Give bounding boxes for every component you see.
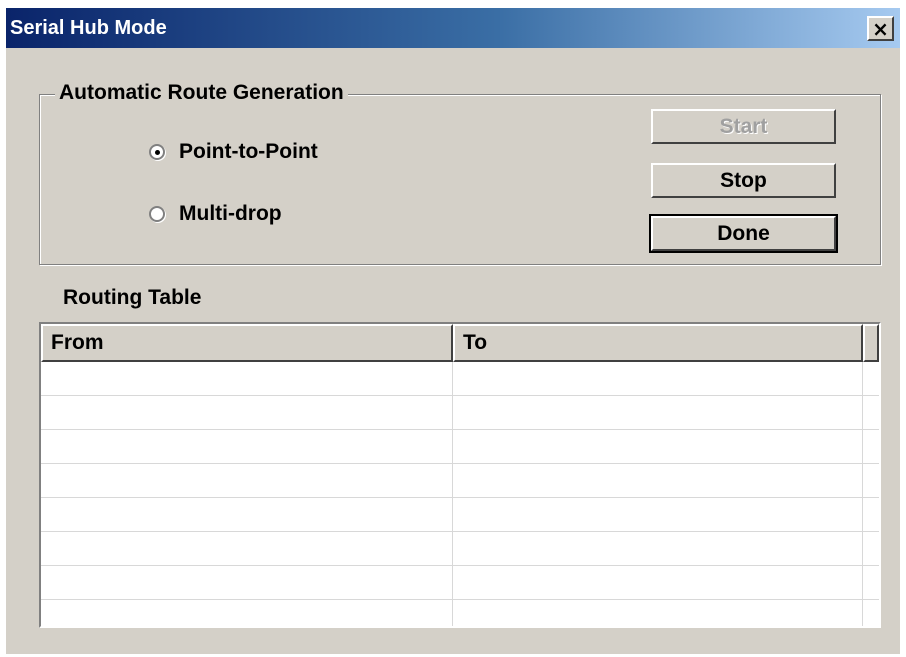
table-cell-to [453,566,863,599]
title-bar[interactable]: Serial Hub Mode × [6,8,900,48]
table-cell-from [41,430,453,463]
window-title: Serial Hub Mode [10,17,167,39]
point-to-point-option[interactable]: Point-to-Point [149,140,318,164]
table-header: From To [41,324,879,362]
point-to-point-radio[interactable] [149,144,165,160]
multi-drop-option[interactable]: Multi-drop [149,202,282,226]
table-cell-to [453,498,863,531]
table-cell-from [41,532,453,565]
column-header-to[interactable]: To [453,324,863,362]
table-cell-from [41,464,453,497]
table-cell-from [41,396,453,429]
table-cell-to [453,396,863,429]
table-row[interactable] [41,498,879,532]
table-cell-from [41,362,453,395]
table-cell-from [41,566,453,599]
routing-table[interactable]: From To [39,322,881,628]
table-cell-from [41,600,453,626]
serial-hub-mode-dialog: Serial Hub Mode × Automatic Route Genera… [6,8,900,654]
table-row[interactable] [41,362,879,396]
close-button[interactable]: × [867,16,894,41]
table-cell-to [453,362,863,395]
table-row[interactable] [41,600,879,626]
table-cell-to [453,430,863,463]
done-button[interactable]: Done [649,214,838,253]
stop-button[interactable]: Stop [651,163,836,198]
table-row[interactable] [41,532,879,566]
multi-drop-radio[interactable] [149,206,165,222]
table-cell-to [453,464,863,497]
close-icon: × [872,16,889,41]
table-cell-from [41,498,453,531]
table-row[interactable] [41,566,879,600]
table-cell-to [453,600,863,626]
column-header-filler [863,324,879,362]
point-to-point-label: Point-to-Point [179,140,318,163]
table-row[interactable] [41,464,879,498]
start-button[interactable]: Start [651,109,836,144]
column-header-from[interactable]: From [41,324,453,362]
routing-table-label: Routing Table [63,286,202,309]
table-row[interactable] [41,430,879,464]
table-row[interactable] [41,396,879,430]
table-cell-to [453,532,863,565]
route-generation-legend: Automatic Route Generation [55,81,348,105]
multi-drop-label: Multi-drop [179,202,282,225]
